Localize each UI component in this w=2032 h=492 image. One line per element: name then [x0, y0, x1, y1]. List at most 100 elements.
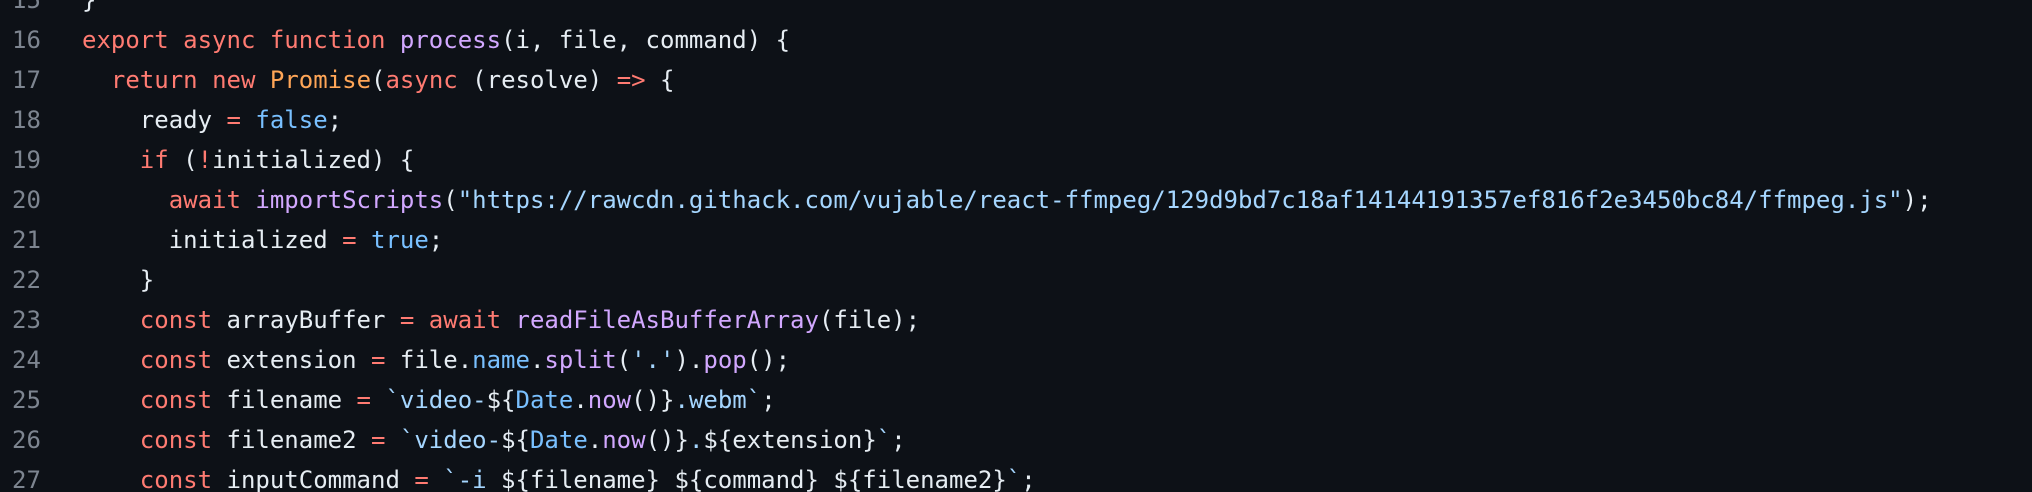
code-token: ready [82, 106, 227, 134]
code-token: const [139, 466, 213, 492]
code-token: ; [891, 426, 906, 454]
code-token: true [371, 226, 429, 254]
line-number[interactable]: 24 [0, 340, 70, 380]
code-text: if (!initialized) { [70, 140, 415, 180]
code-token: if [139, 146, 169, 174]
code-token: } [82, 0, 97, 14]
code-token: const [139, 346, 213, 374]
code-token: Promise [269, 66, 372, 94]
code-token: `-i [443, 466, 502, 492]
code-token: inputCommand [212, 466, 415, 492]
code-token: readFileAsBufferArray [515, 306, 819, 334]
code-token: filename [212, 386, 357, 414]
code-token: .webm` [674, 386, 762, 414]
code-token: ()} [631, 386, 675, 414]
line-number[interactable]: 22 [0, 260, 70, 300]
code-line: 15} [0, 0, 2032, 20]
code-token: async [385, 66, 458, 94]
code-line: 26 const filename2 = `video-${Date.now()… [0, 420, 2032, 460]
line-number[interactable]: 15 [0, 0, 70, 20]
code-token: ! [197, 146, 213, 174]
code-text: } [70, 0, 96, 20]
code-line: 25 const filename = `video-${Date.now()}… [0, 380, 2032, 420]
code-token: (resolve) [457, 66, 617, 94]
code-token: ). [674, 346, 704, 374]
code-token: await [168, 186, 241, 214]
line-number[interactable]: 18 [0, 100, 70, 140]
code-token: ); [1902, 186, 1932, 214]
code-token: = [342, 226, 357, 254]
code-token: importScripts [255, 186, 444, 214]
code-token: (); [746, 346, 791, 374]
code-text: ready = false; [70, 100, 342, 140]
code-text: return new Promise(async (resolve) => { [70, 60, 675, 100]
code-text: initialized = true; [70, 220, 444, 260]
code-token: arrayBuffer [212, 306, 400, 334]
code-text: const filename2 = `video-${Date.now()}.$… [70, 420, 906, 460]
code-token: (i, file, command) { [501, 26, 791, 54]
code-viewer: 15} 16 export async function process(i, fi… [0, 0, 2032, 492]
code-token: const [139, 386, 213, 414]
code-lines: 15} 16 export async function process(i, fi… [0, 0, 2032, 492]
code-token: pop [703, 346, 747, 374]
code-line: 23 const arrayBuffer = await readFileAsB… [0, 300, 2032, 340]
code-token: . [573, 386, 588, 414]
code-token: . [587, 426, 603, 454]
code-token: ( [168, 146, 198, 174]
code-token: Date [529, 426, 588, 454]
code-token: false [255, 106, 328, 134]
code-text: const extension = file.name.split('.').p… [70, 340, 790, 380]
code-token: = [371, 346, 386, 374]
code-token: ${command} [674, 466, 819, 492]
line-number[interactable]: 17 [0, 60, 70, 100]
code-text: export async function process(i, file, c… [70, 20, 790, 60]
code-token: ` [876, 426, 892, 454]
code-line: 27 const inputCommand = `-i ${filename} … [0, 460, 2032, 492]
code-line: 20 await importScripts("https://rawcdn.g… [0, 180, 2032, 220]
code-line: 18 ready = false; [0, 100, 2032, 140]
line-number[interactable]: 26 [0, 420, 70, 460]
code-token: ${filename2} [833, 466, 1007, 492]
line-number[interactable]: 19 [0, 140, 70, 180]
code-token: '.' [631, 346, 675, 374]
code-token: initialized) { [212, 146, 415, 174]
line-number[interactable]: 21 [0, 220, 70, 260]
line-number[interactable]: 25 [0, 380, 70, 420]
code-token: name [472, 346, 530, 374]
code-token: ${ [486, 386, 516, 414]
code-token: ( [371, 66, 386, 94]
code-text: const filename = `video-${Date.now()}.we… [70, 380, 776, 420]
line-number[interactable]: 16 [0, 20, 70, 60]
code-token: } [82, 266, 155, 294]
code-token: ; [1021, 466, 1036, 492]
code-token: ( [616, 346, 632, 374]
code-token: = [371, 426, 386, 454]
line-number[interactable]: 27 [0, 460, 70, 492]
line-number[interactable]: 20 [0, 180, 70, 220]
code-token: return [110, 66, 198, 94]
code-token: const [139, 426, 213, 454]
code-text: await importScripts("https://rawcdn.gith… [70, 180, 1932, 220]
code-token: => [616, 66, 646, 94]
code-token: `video- [385, 386, 487, 414]
line-number[interactable]: 23 [0, 300, 70, 340]
code-token: ` [1006, 466, 1022, 492]
code-token: file. [385, 346, 473, 374]
code-token: ; [428, 226, 444, 254]
